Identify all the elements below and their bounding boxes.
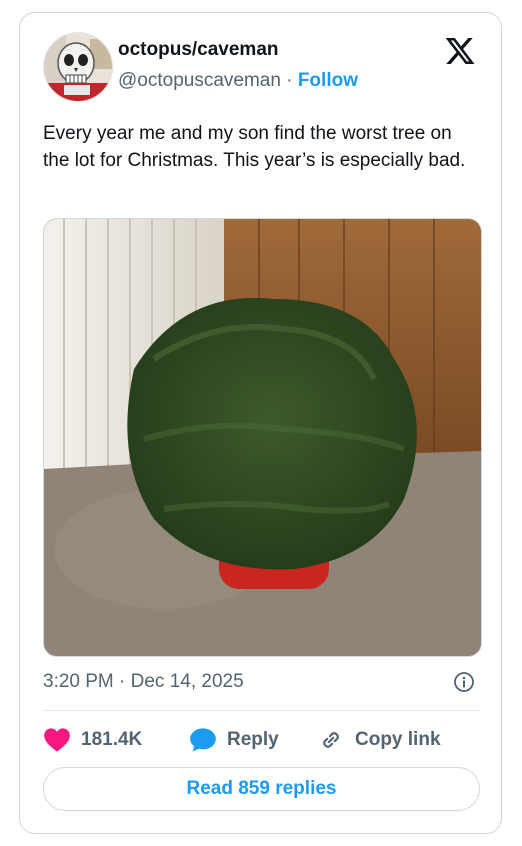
like-count: 181.4K — [81, 729, 143, 750]
author-name[interactable]: octopus/caveman — [118, 39, 279, 61]
separator-dot: · — [286, 70, 293, 91]
info-icon[interactable] — [453, 671, 475, 693]
copy-link-button[interactable]: Copy link — [317, 725, 441, 755]
author-handle-row: @octopuscaveman · Follow — [118, 70, 358, 92]
avatar-image — [44, 33, 112, 101]
divider — [43, 710, 480, 711]
reply-button[interactable]: Reply — [189, 725, 279, 755]
tweet-card: octopus/caveman @octopuscaveman · Follow… — [19, 12, 502, 834]
tweet-text: Every year me and my son find the worst … — [43, 123, 466, 171]
read-replies-button[interactable]: Read 859 replies — [43, 767, 480, 811]
like-button[interactable]: 181.4K — [43, 725, 142, 755]
speech-bubble-icon — [190, 728, 216, 752]
tweet-timestamp[interactable]: 3:20 PM · Dec 14, 2025 — [43, 671, 244, 693]
heart-icon — [44, 728, 70, 752]
reply-label: Reply — [227, 729, 279, 750]
follow-button[interactable]: Follow — [298, 70, 358, 91]
x-logo-icon[interactable] — [444, 35, 476, 67]
christmas-tree-photo — [44, 219, 481, 656]
action-bar: 181.4K Reply Copy link — [43, 725, 480, 755]
copy-link-label: Copy link — [355, 729, 441, 750]
avatar[interactable] — [43, 32, 113, 102]
author-handle[interactable]: @octopuscaveman — [118, 70, 281, 91]
link-icon — [323, 732, 339, 748]
tweet-photo[interactable] — [43, 218, 482, 657]
